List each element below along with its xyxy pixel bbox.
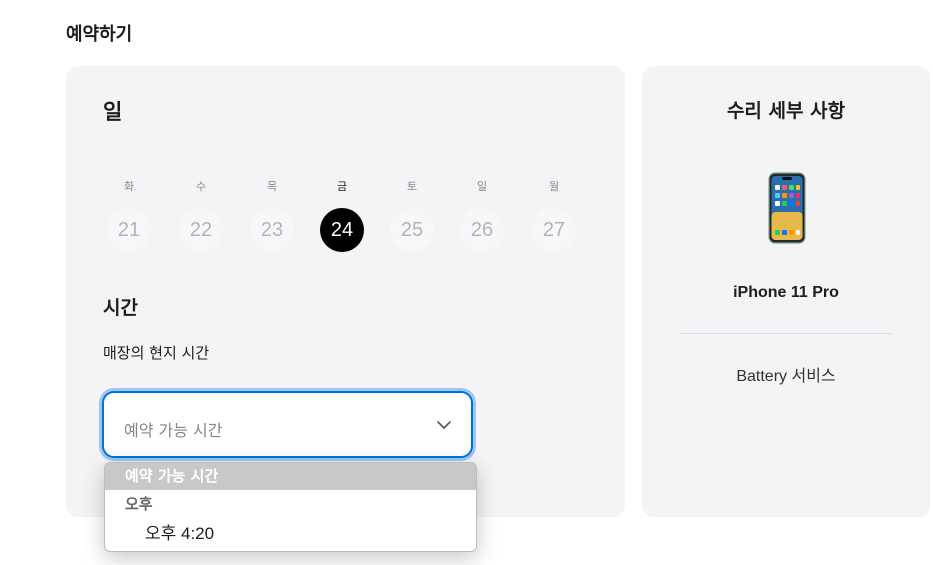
- time-select[interactable]: 예약 가능 시간: [102, 391, 473, 458]
- day-heading: 일: [103, 100, 123, 124]
- dropdown-option-placeholder[interactable]: 예약 가능 시간: [105, 463, 476, 490]
- dropdown-option[interactable]: 오후 4:20: [105, 519, 476, 549]
- day-option-selected[interactable]: 금 24: [319, 178, 365, 252]
- summary-title: 수리 세부 사항: [726, 100, 846, 122]
- time-heading: 시간: [103, 297, 138, 319]
- weekday-label: 화: [123, 180, 135, 193]
- chevron-down-icon: [437, 421, 451, 429]
- divider: [680, 333, 892, 334]
- date-button[interactable]: 26: [460, 208, 504, 252]
- weekday-label: 토: [406, 180, 418, 193]
- page-title: 예약하기: [66, 24, 133, 45]
- date-button[interactable]: 23: [250, 208, 294, 252]
- iphone-icon: [768, 172, 806, 244]
- day-option[interactable]: 월 27: [531, 178, 577, 252]
- date-button[interactable]: 21: [107, 208, 151, 252]
- day-option[interactable]: 수 22: [178, 178, 224, 252]
- time-dropdown-list: 예약 가능 시간 오후 오후 4:20: [104, 462, 477, 552]
- service-name: Battery 서비스: [736, 368, 836, 385]
- date-button[interactable]: 27: [532, 208, 576, 252]
- time-select-value: 예약 가능 시간: [124, 421, 223, 440]
- weekday-label: 금: [336, 180, 348, 193]
- dropdown-group-label: 오후: [125, 495, 153, 513]
- weekday-label: 목: [266, 180, 278, 193]
- date-button[interactable]: 25: [390, 208, 434, 252]
- weekday-label: 월: [548, 180, 560, 193]
- day-option[interactable]: 화 21: [106, 178, 152, 252]
- weekday-label: 수: [195, 180, 207, 193]
- device-name: iPhone 11 Pro: [733, 284, 839, 301]
- day-option[interactable]: 목 23: [249, 178, 295, 252]
- day-option[interactable]: 토 25: [389, 178, 435, 252]
- day-option[interactable]: 일 26: [459, 178, 505, 252]
- date-button[interactable]: 22: [179, 208, 223, 252]
- time-subtitle: 매장의 현지 시간: [103, 344, 210, 362]
- date-button-selected[interactable]: 24: [320, 208, 364, 252]
- weekday-label: 일: [476, 180, 488, 193]
